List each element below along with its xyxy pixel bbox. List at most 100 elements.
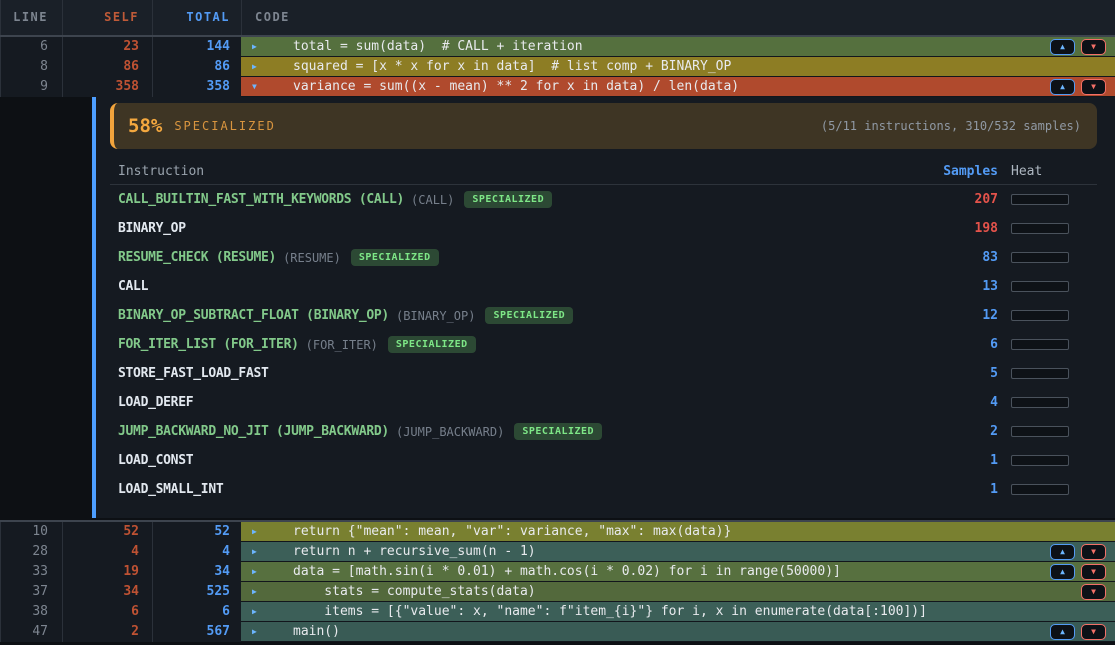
source-code: data = [math.sin(i * 0.01) + math.cos(i … — [293, 562, 841, 581]
code-cell[interactable]: ▶ main() ▲ ▼ — [241, 622, 1115, 642]
samples-column-header: Samples — [928, 164, 998, 179]
jump-to-caller-button[interactable]: ▲ — [1050, 624, 1075, 640]
self-column-header: SELF — [62, 0, 152, 35]
code-cell[interactable]: ▶ data = [math.sin(i * 0.01) + math.cos(… — [241, 562, 1115, 582]
heat-bar — [1011, 223, 1069, 234]
instruction-name: CALL_BUILTIN_FAST_WITH_KEYWORDS (CALL) — [118, 192, 404, 207]
instruction-row: LOAD_CONST 1 — [110, 446, 1097, 475]
jump-to-callee-button[interactable]: ▼ — [1081, 564, 1106, 580]
code-cell[interactable]: ▶ stats = compute_stats(data) ▼ — [241, 582, 1115, 602]
instruction-name: BINARY_OP_SUBTRACT_FLOAT (BINARY_OP) — [118, 308, 389, 323]
expand-arrow-icon[interactable]: ▶ — [252, 627, 262, 636]
jump-to-callee-button[interactable]: ▼ — [1081, 79, 1106, 95]
expand-arrow-icon[interactable]: ▶ — [252, 607, 262, 616]
sample-count: 207 — [928, 192, 998, 207]
heat-bar — [1011, 368, 1069, 379]
collapse-arrow-icon[interactable]: ▼ — [252, 82, 262, 91]
jump-to-caller-button[interactable]: ▲ — [1050, 79, 1075, 95]
line-number: 37 — [0, 582, 62, 602]
expand-arrow-icon[interactable]: ▶ — [252, 567, 262, 576]
instruction-row: STORE_FAST_LOAD_FAST 5 — [110, 359, 1097, 388]
jump-to-callee-button[interactable]: ▼ — [1081, 584, 1106, 600]
instruction-name: BINARY_OP — [118, 221, 186, 236]
instruction-row: LOAD_SMALL_INT 1 — [110, 475, 1097, 504]
line-number: 6 — [0, 37, 62, 57]
instruction-name: CALL — [118, 279, 148, 294]
total-samples: 567 — [152, 622, 241, 642]
instruction-name: JUMP_BACKWARD_NO_JIT (JUMP_BACKWARD) — [118, 424, 389, 439]
total-samples: 525 — [152, 582, 241, 602]
expand-arrow-icon[interactable]: ▶ — [252, 587, 262, 596]
heat-bar — [1011, 281, 1069, 292]
profiler-table-header: LINE SELF TOTAL CODE — [0, 0, 1115, 37]
sample-count: 12 — [928, 308, 998, 323]
line-row: 8 86 86 ▶ squared = [x * x for x in data… — [0, 57, 1115, 77]
sample-count: 6 — [928, 337, 998, 352]
line-number: 28 — [0, 542, 62, 562]
instruction-row: FOR_ITER_LIST (FOR_ITER) (FOR_ITER) SPEC… — [110, 330, 1097, 359]
code-cell[interactable]: ▶ items = [{"value": x, "name": f"item_{… — [241, 602, 1115, 622]
instruction-row: BINARY_OP_SUBTRACT_FLOAT (BINARY_OP) (BI… — [110, 301, 1097, 330]
sample-count: 5 — [928, 366, 998, 381]
jump-to-caller-button[interactable]: ▲ — [1050, 39, 1075, 55]
specialized-badge: SPECIALIZED — [351, 249, 439, 266]
instruction-name: LOAD_DEREF — [118, 395, 193, 410]
instruction-name: LOAD_CONST — [118, 453, 193, 468]
heat-bar — [1011, 194, 1069, 205]
total-samples: 144 — [152, 37, 241, 57]
code-column-header: CODE — [241, 0, 1115, 35]
expand-arrow-icon[interactable]: ▶ — [252, 547, 262, 556]
total-samples: 358 — [152, 77, 241, 97]
line-number: 9 — [0, 77, 62, 97]
expand-arrow-icon[interactable]: ▶ — [252, 42, 262, 51]
source-code: items = [{"value": x, "name": f"item_{i}… — [293, 602, 927, 621]
specialized-badge: SPECIALIZED — [514, 423, 602, 440]
heat-bar — [1011, 397, 1069, 408]
source-code: stats = compute_stats(data) — [293, 582, 536, 601]
line-row-expanded: 9 358 358 ▼ variance = sum((x - mean) **… — [0, 77, 1115, 97]
specialized-percent: 58% — [128, 115, 162, 137]
jump-to-callee-button[interactable]: ▼ — [1081, 39, 1106, 55]
line-number: 33 — [0, 562, 62, 582]
source-code: squared = [x * x for x in data] # list c… — [293, 57, 731, 76]
total-samples: 4 — [152, 542, 241, 562]
line-row: 37 34 525 ▶ stats = compute_stats(data) … — [0, 582, 1115, 602]
instruction-row: RESUME_CHECK (RESUME) (RESUME) SPECIALIZ… — [110, 243, 1097, 272]
heat-bar — [1011, 426, 1069, 437]
total-samples: 6 — [152, 602, 241, 622]
code-cell[interactable]: ▼ variance = sum((x - mean) ** 2 for x i… — [241, 77, 1115, 97]
code-cell[interactable]: ▶ squared = [x * x for x in data] # list… — [241, 57, 1115, 77]
self-samples: 86 — [62, 57, 152, 77]
code-cell[interactable]: ▶ total = sum(data) # CALL + iteration ▲… — [241, 37, 1115, 57]
jump-to-callee-button[interactable]: ▼ — [1081, 624, 1106, 640]
source-code: return n + recursive_sum(n - 1) — [293, 542, 536, 561]
jump-to-callee-button[interactable]: ▼ — [1081, 544, 1106, 560]
instruction-row: BINARY_OP 198 — [110, 214, 1097, 243]
specialized-badge: SPECIALIZED — [388, 336, 476, 353]
heat-column-header: Heat — [1011, 164, 1069, 179]
heat-bar — [1011, 252, 1069, 263]
line-row: 33 19 34 ▶ data = [math.sin(i * 0.01) + … — [0, 562, 1115, 582]
heat-bar — [1011, 310, 1069, 321]
self-samples: 52 — [62, 522, 152, 542]
source-code: variance = sum((x - mean) ** 2 for x in … — [293, 77, 739, 96]
specialization-summary: (5/11 instructions, 310/532 samples) — [821, 119, 1081, 133]
profiler-table-bottom: 10 52 52 ▶ return {"mean": mean, "var": … — [0, 520, 1115, 642]
total-column-header: TOTAL — [152, 0, 241, 35]
jump-to-caller-button[interactable]: ▲ — [1050, 544, 1075, 560]
self-samples: 358 — [62, 77, 152, 97]
jump-to-caller-button[interactable]: ▲ — [1050, 564, 1075, 580]
heat-bar — [1011, 484, 1069, 495]
expand-arrow-icon[interactable]: ▶ — [252, 62, 262, 71]
sample-count: 1 — [928, 453, 998, 468]
specialized-badge: SPECIALIZED — [464, 191, 552, 208]
code-cell[interactable]: ▶ return {"mean": mean, "var": variance,… — [241, 522, 1115, 542]
heat-bar — [1011, 455, 1069, 466]
code-cell[interactable]: ▶ return n + recursive_sum(n - 1) ▲ ▼ — [241, 542, 1115, 562]
self-samples: 23 — [62, 37, 152, 57]
instruction-column-header: Instruction — [118, 164, 928, 179]
self-samples: 19 — [62, 562, 152, 582]
source-code: main() — [293, 622, 340, 641]
line-row: 47 2 567 ▶ main() ▲ ▼ — [0, 622, 1115, 642]
expand-arrow-icon[interactable]: ▶ — [252, 527, 262, 536]
